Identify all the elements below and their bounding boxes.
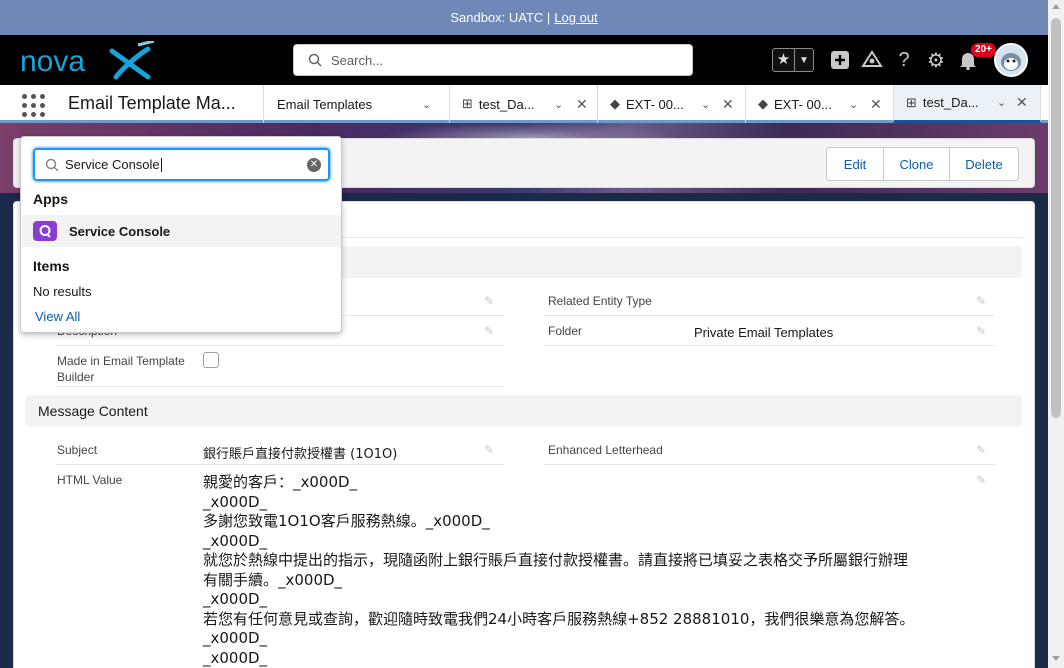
scroll-thumb[interactable] bbox=[1051, 18, 1061, 418]
bell-icon[interactable]: 20+ bbox=[952, 43, 996, 76]
divider bbox=[56, 386, 504, 387]
apps-heading: Apps bbox=[33, 191, 68, 207]
app-name: Email Template Ma... bbox=[68, 93, 236, 113]
clear-icon[interactable]: ✕ bbox=[307, 158, 321, 172]
close-icon[interactable]: ✕ bbox=[722, 96, 734, 113]
search-icon bbox=[308, 53, 322, 67]
subject-value: 銀行賬戶直接付款授權書 (1O1O) bbox=[203, 447, 398, 462]
chevron-down-icon[interactable]: ⌄ bbox=[701, 98, 710, 111]
service-console-app-icon bbox=[33, 221, 57, 241]
tab-label: EXT- 00... bbox=[626, 96, 684, 112]
chevron-down-icon[interactable]: ⌄ bbox=[554, 98, 563, 111]
section-message-content[interactable]: Message Content bbox=[25, 395, 1022, 427]
app-result-service-console[interactable]: Service Console bbox=[22, 215, 341, 247]
search-icon bbox=[45, 158, 59, 172]
scroll-down-arrow-icon[interactable] bbox=[1052, 656, 1060, 661]
tab-label: Email Templates bbox=[277, 96, 373, 112]
chevron-down-icon[interactable]: ⌄ bbox=[849, 98, 858, 111]
app-launcher-search-input[interactable]: Service Console ✕ bbox=[33, 148, 330, 181]
svg-text:nova: nova bbox=[20, 45, 85, 78]
html-line: _x000D_ bbox=[203, 648, 268, 667]
tab-record-1[interactable]: ⊞ test_Da... ⌄ ✕ bbox=[449, 85, 597, 123]
header-icons: ★ ▼ ? ⚙ 20+ bbox=[772, 43, 996, 77]
notification-badge: 20+ bbox=[971, 43, 996, 57]
divider bbox=[544, 464, 995, 465]
edit-pencil-icon[interactable]: ✎ bbox=[484, 324, 494, 338]
html-line: _x000D_ bbox=[203, 590, 268, 608]
sandbox-label: Sandbox: UATC | bbox=[450, 10, 551, 25]
html-line: 多謝您致電1O1O客戶服務熱線。_x000D_ bbox=[203, 512, 490, 530]
no-results-text: No results bbox=[33, 284, 92, 299]
html-line: 就您於熱線中提出的指示，現隨函附上銀行賬戶直接付款授權書。請直接將已填妥之表格交… bbox=[203, 551, 909, 569]
search-placeholder: Search... bbox=[331, 52, 384, 68]
tab-record-4-active[interactable]: ⊞ test_Da... ⌄ ✕ bbox=[893, 85, 1041, 123]
tab-label: EXT- 00... bbox=[774, 96, 832, 112]
tab-label: test_Da... bbox=[922, 95, 979, 110]
page-scrollbar[interactable] bbox=[1048, 0, 1064, 668]
divider bbox=[544, 315, 995, 316]
template-icon: ⊞ bbox=[462, 96, 473, 111]
folder-value: Private Email Templates bbox=[694, 325, 834, 340]
diamond-icon: ◆ bbox=[758, 96, 768, 111]
html-line: _x000D_ bbox=[203, 531, 268, 550]
edit-pencil-icon[interactable]: ✎ bbox=[976, 443, 986, 457]
items-heading: Items bbox=[33, 258, 70, 274]
action-button-group: Edit Clone Delete bbox=[826, 147, 1019, 181]
divider bbox=[544, 345, 995, 346]
tab-label: test_Da... bbox=[478, 96, 535, 112]
enhanced-letterhead-label: Enhanced Letterhead bbox=[548, 443, 663, 457]
trailhead-icon[interactable] bbox=[856, 44, 888, 76]
star-icon[interactable]: ★ bbox=[773, 49, 795, 71]
chevron-down-icon[interactable]: ⌄ bbox=[997, 96, 1006, 109]
app-nav-bar: Email Template Ma... Email Templates ⌄ ⊞… bbox=[0, 85, 1048, 123]
help-icon[interactable]: ? bbox=[888, 44, 920, 76]
html-line: 親愛的客戶：_x000D_ bbox=[203, 473, 358, 491]
related-entity-type-label: Related Entity Type bbox=[548, 294, 652, 308]
made-in-builder-label: Made in Email Template Builder bbox=[57, 354, 185, 384]
favorites-button[interactable]: ★ ▼ bbox=[772, 48, 814, 72]
delete-button[interactable]: Delete bbox=[949, 147, 1019, 181]
chevron-down-icon[interactable]: ⌄ bbox=[422, 98, 431, 111]
close-icon[interactable]: ✕ bbox=[870, 96, 882, 113]
html-line: 有關手續。_x000D_ bbox=[203, 570, 343, 589]
app-result-label: Service Console bbox=[69, 223, 171, 239]
edit-button[interactable]: Edit bbox=[826, 147, 884, 181]
novax-logo[interactable]: nova bbox=[20, 41, 160, 81]
html-line: 若您有任何意見或查詢，歡迎隨時致電我們24小時客戶服務熱線+852 288810… bbox=[203, 609, 915, 628]
html-value: 親愛的客戶：_x000D_ _x000D_ 多謝您致電1O1O客戶服務熱線。_x… bbox=[203, 473, 983, 668]
global-search-input[interactable]: Search... bbox=[293, 44, 693, 76]
divider bbox=[56, 345, 504, 346]
html-value-label: HTML Value bbox=[57, 473, 123, 487]
chevron-down-icon[interactable]: ▼ bbox=[795, 55, 813, 66]
tab-email-templates[interactable]: Email Templates ⌄ bbox=[263, 85, 449, 123]
app-launcher-icon[interactable] bbox=[22, 94, 46, 118]
edit-pencil-icon[interactable]: ✎ bbox=[976, 324, 986, 338]
gear-icon[interactable]: ⚙ bbox=[920, 44, 952, 76]
tab-record-2[interactable]: ◆ EXT- 00... ⌄ ✕ bbox=[597, 85, 745, 123]
edit-pencil-icon[interactable]: ✎ bbox=[484, 443, 494, 457]
search-query: Service Console bbox=[65, 157, 160, 172]
global-header: nova Search... ★ ▼ ? ⚙ 20+ bbox=[0, 35, 1048, 85]
edit-pencil-icon[interactable]: ✎ bbox=[484, 294, 494, 308]
html-line: _x000D_ bbox=[203, 629, 268, 647]
avatar[interactable] bbox=[994, 43, 1028, 77]
html-line: _x000D_ bbox=[203, 492, 268, 511]
scroll-up-arrow-icon[interactable] bbox=[1052, 4, 1060, 9]
made-in-builder-checkbox bbox=[203, 352, 219, 368]
template-icon: ⊞ bbox=[906, 94, 917, 110]
edit-pencil-icon[interactable]: ✎ bbox=[976, 294, 986, 308]
close-icon[interactable]: ✕ bbox=[1016, 94, 1028, 111]
divider bbox=[56, 464, 504, 465]
global-actions-icon[interactable] bbox=[824, 44, 856, 76]
close-icon[interactable]: ✕ bbox=[576, 96, 588, 113]
sandbox-bar: Sandbox: UATC | Log out bbox=[0, 0, 1048, 35]
tab-record-3[interactable]: ◆ EXT- 00... ⌄ ✕ bbox=[745, 85, 893, 123]
diamond-icon: ◆ bbox=[610, 96, 620, 111]
subject-label: Subject bbox=[57, 443, 98, 457]
logout-link[interactable]: Log out bbox=[554, 10, 597, 25]
clone-button[interactable]: Clone bbox=[883, 147, 950, 181]
folder-label: Folder bbox=[548, 324, 583, 338]
app-launcher-dropdown: Service Console ✕ Apps Service Console I… bbox=[20, 136, 342, 333]
view-all-link[interactable]: View All bbox=[35, 309, 80, 324]
